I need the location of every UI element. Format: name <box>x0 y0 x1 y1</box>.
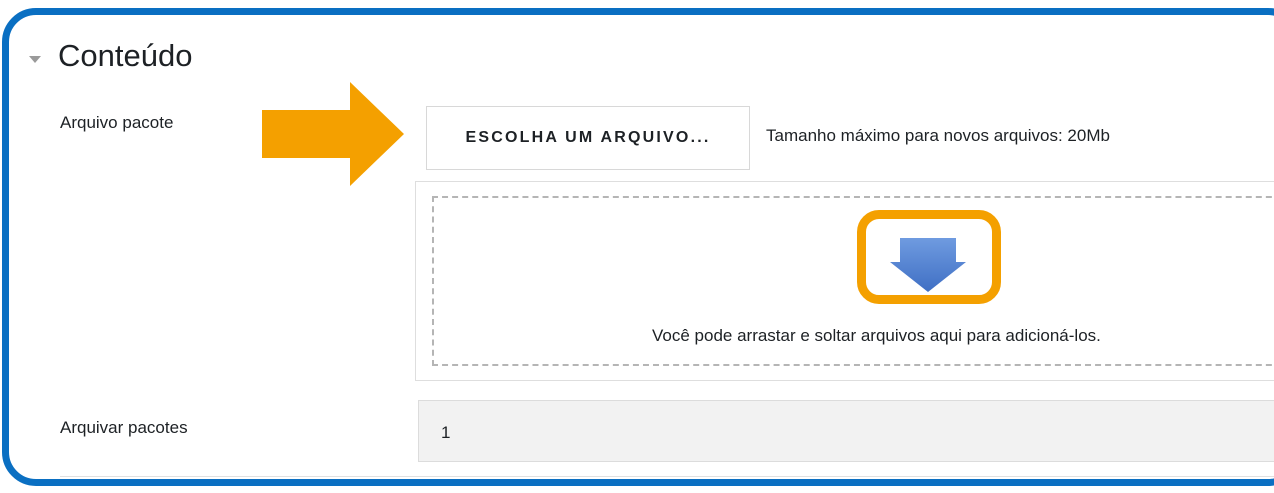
download-arrow-icon <box>890 238 966 292</box>
arrow-right-annotation-icon <box>262 82 404 186</box>
archive-packages-field[interactable]: 1 <box>418 400 1274 462</box>
caret-down-icon[interactable] <box>29 56 41 63</box>
divider <box>60 476 1274 477</box>
dropzone-instructions: Você pode arrastar e soltar arquivos aqu… <box>652 326 1101 345</box>
max-file-size-text: Tamanho máximo para novos arquivos: 20Mb <box>766 126 1110 145</box>
archive-packages-value: 1 <box>441 423 451 442</box>
archive-packages-label: Arquivar pacotes <box>60 418 188 437</box>
package-file-label: Arquivo pacote <box>60 113 174 132</box>
choose-file-button[interactable]: ESCOLHA UM ARQUIVO... <box>426 106 750 170</box>
section-title[interactable]: Conteúdo <box>58 38 192 74</box>
